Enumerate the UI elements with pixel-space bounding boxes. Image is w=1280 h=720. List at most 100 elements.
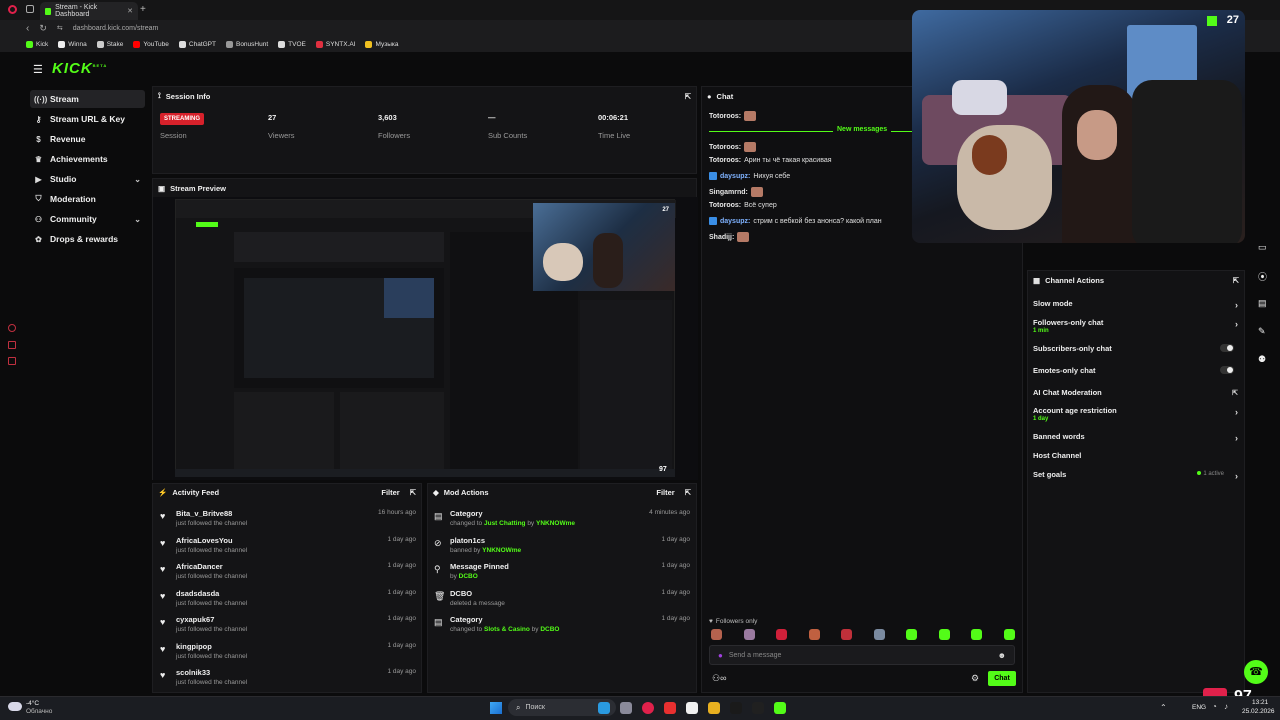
popout-icon[interactable]: ⇱ <box>410 488 416 497</box>
sidebar-item-community[interactable]: ⚇ Community ⌄ <box>30 210 145 228</box>
mod-action-highlight[interactable]: DCBO <box>459 573 478 580</box>
taskbar-app-icon[interactable] <box>664 702 676 714</box>
chat-username[interactable]: Shadijj: <box>709 234 734 241</box>
new-tab-icon[interactable]: + <box>140 4 146 15</box>
menu-icon[interactable]: ☰ <box>33 63 43 76</box>
chat-username[interactable]: daysupz: <box>720 173 750 180</box>
chat-message[interactable]: Totoroos: Арин ты чё такая красивая <box>709 157 832 164</box>
toggle-switch[interactable] <box>1220 366 1234 374</box>
back-icon[interactable]: ‹ <box>26 23 29 34</box>
reload-icon[interactable]: ↻ <box>39 23 47 34</box>
activity-item[interactable]: ♥ kingpipop just followed the channel 1 day… <box>160 642 416 660</box>
clock-date[interactable]: 25.02.2026 <box>1242 708 1275 715</box>
url-input[interactable]: dashboard.kick.com/stream <box>73 25 159 32</box>
rail-chat-icon[interactable]: ▭ <box>1258 242 1267 253</box>
taskbar-app-icon[interactable] <box>620 702 632 714</box>
mod-action-item[interactable]: 🗑 DCBO deleted a message 1 day ago <box>434 589 690 607</box>
emote-picker-icon[interactable] <box>776 629 787 640</box>
rail-broadcast-icon[interactable]: ⦿ <box>1258 270 1267 283</box>
activity-username[interactable]: dsadsdasda <box>176 589 247 598</box>
toggle-switch[interactable] <box>1220 344 1234 352</box>
chat-message[interactable]: daysupz: Нихуя себе <box>709 172 790 180</box>
channel-action-followers-only-chat[interactable]: Followers-only chat 1 min › <box>1033 318 1238 334</box>
activity-username[interactable]: cyxapuk67 <box>176 615 247 624</box>
emote-picker-icon[interactable] <box>841 629 852 640</box>
activity-username[interactable]: AfricaDancer <box>176 562 247 571</box>
channel-action-slow-mode[interactable]: Slow mode › <box>1033 299 1238 310</box>
chevron-right-icon[interactable]: › <box>1235 433 1238 443</box>
close-tab-icon[interactable]: ✕ <box>127 7 133 15</box>
chat-message[interactable]: Totoroos: <box>709 111 757 121</box>
activity-item[interactable]: ♥ AfricaLovesYou just followed the channel… <box>160 536 416 554</box>
taskbar-app-icon[interactable] <box>642 702 654 714</box>
site-info-icon[interactable]: ⇆ <box>57 24 63 32</box>
sidebar-side-icon-1[interactable] <box>8 324 16 332</box>
emote-picker-icon[interactable] <box>711 629 722 640</box>
sidebar-item-moderation[interactable]: ⛉ Moderation <box>30 190 145 208</box>
mod-action-item[interactable]: ⚲ Message Pinned by DCBO 1 day ago <box>434 562 690 580</box>
chevron-down-icon[interactable]: ⌄ <box>134 175 141 184</box>
emote-picker-icon[interactable] <box>906 629 917 640</box>
start-button[interactable] <box>490 702 502 714</box>
channel-action-host-channel[interactable]: Host Channel <box>1033 451 1238 460</box>
chat-username[interactable]: Totoroos: <box>709 113 741 120</box>
chat-settings-icon[interactable]: ⚙ <box>971 673 979 684</box>
sidebar-side-icon-3[interactable] <box>8 357 16 365</box>
rail-layout-icon[interactable]: ▤ <box>1258 298 1267 309</box>
language-indicator[interactable]: ENG <box>1192 704 1206 711</box>
bookmark-2[interactable]: Stake <box>96 40 123 48</box>
activity-filter-button[interactable]: Filter <box>381 488 399 497</box>
channel-action-subscribers-only-chat[interactable]: Subscribers-only chat <box>1033 344 1238 353</box>
popout-icon[interactable]: ⇱ <box>685 92 691 101</box>
chat-message[interactable]: Totoroos: Всё супер <box>709 202 777 209</box>
bookmark-7[interactable]: SYNTX.AI <box>315 40 355 48</box>
browser-tab[interactable]: Stream - Kick Dashboard ✕ <box>40 2 138 20</box>
mod-action-item[interactable]: ▤ Category changed to Just Chatting by YNK… <box>434 509 690 527</box>
chevron-down-icon[interactable]: ⌄ <box>134 215 141 224</box>
bookmark-0[interactable]: Kick <box>26 40 48 48</box>
emote-picker-icon[interactable] <box>971 629 982 640</box>
emote-picker-icon[interactable] <box>938 629 950 640</box>
chat-username[interactable]: daysupz: <box>720 218 750 225</box>
tray-chevron-icon[interactable]: ⌃ <box>1160 703 1167 712</box>
preview-video[interactable]: 27 97 <box>153 197 698 480</box>
mod-action-highlight[interactable]: Slots & Casino <box>484 626 530 633</box>
weather-icon[interactable] <box>8 702 22 711</box>
sidebar-item-achievements[interactable]: ♛ Achievements <box>30 150 145 168</box>
taskbar-app-icon[interactable] <box>730 702 742 714</box>
chevron-right-icon[interactable]: › <box>1235 407 1238 417</box>
emoji-icon[interactable]: ☻ <box>998 651 1006 660</box>
channel-action-ai-chat-moderation[interactable]: AI Chat Moderation ⇱ <box>1033 388 1238 397</box>
bookmark-4[interactable]: ChatGPT <box>178 40 216 48</box>
support-chat-button[interactable]: ☎ <box>1244 660 1268 684</box>
chat-message[interactable]: Shadijj: <box>709 232 750 242</box>
bookmark-1[interactable]: Winna <box>58 40 87 48</box>
emote-picker-icon[interactable] <box>808 629 820 640</box>
volume-icon[interactable]: ♪ <box>1224 702 1228 711</box>
rail-users-icon[interactable]: ⚉ <box>1258 354 1266 365</box>
chevron-right-icon[interactable]: › <box>1235 300 1238 310</box>
chat-message[interactable]: Singamrnd: <box>709 187 763 197</box>
emote-picker-icon[interactable] <box>1003 629 1015 640</box>
chat-username[interactable]: Totoroos: <box>709 157 741 164</box>
chat-send-button[interactable]: Chat <box>988 671 1016 686</box>
chat-extras-icon[interactable]: ⚇∞ <box>712 673 726 684</box>
sidebar-item-drops-rewards[interactable]: ✿ Drops & rewards <box>30 230 145 248</box>
sidebar-item-studio[interactable]: ▶ Studio ⌄ <box>30 170 145 188</box>
channel-action-banned-words[interactable]: Banned words › <box>1033 432 1238 443</box>
activity-item[interactable]: ♥ AfricaDancer just followed the channel 1 … <box>160 562 416 580</box>
network-icon[interactable]: ◔ <box>1212 702 1217 711</box>
sidebar-side-icon-2[interactable] <box>8 341 16 349</box>
taskbar-app-icon[interactable] <box>708 702 720 714</box>
activity-username[interactable]: kingpipop <box>176 642 247 651</box>
taskbar-app-icon[interactable] <box>752 702 764 714</box>
chat-message[interactable]: Totoroos: <box>709 142 757 152</box>
bookmark-8[interactable]: Музыка <box>365 40 398 48</box>
mod-action-highlight[interactable]: Just Chatting <box>484 520 526 527</box>
mod-action-item[interactable]: ⊘ platon1cs banned by YNKNOWme 1 day ago <box>434 536 690 554</box>
taskbar-app-icon[interactable] <box>686 702 698 714</box>
activity-item[interactable]: ♥ cyxapuk67 just followed the channel 1 day… <box>160 615 416 633</box>
activity-item[interactable]: ♥ scolnik33 just followed the channel 1 day… <box>160 668 416 686</box>
mod-action-user[interactable]: YNKNOWme <box>536 520 575 527</box>
emote-picker-icon[interactable] <box>743 629 755 640</box>
